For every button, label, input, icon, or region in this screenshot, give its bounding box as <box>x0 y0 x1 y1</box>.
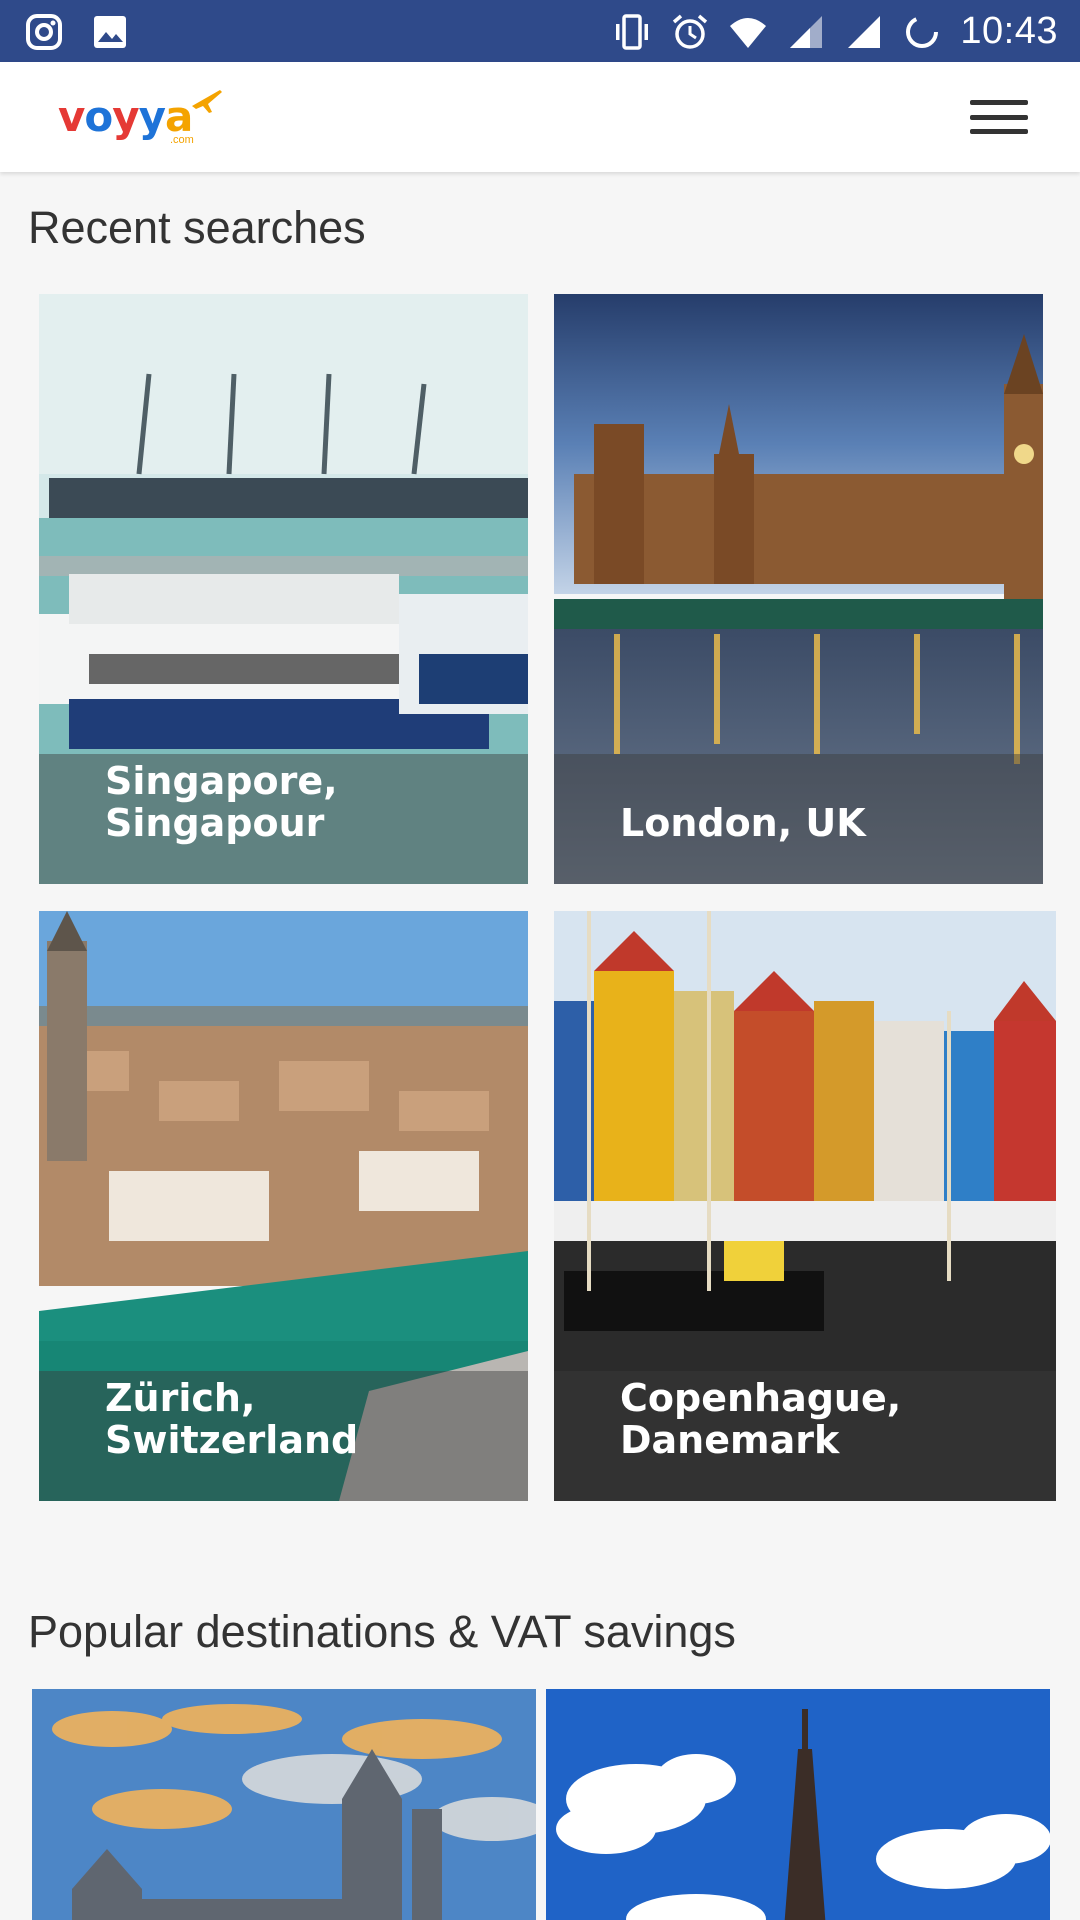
wifi-icon <box>728 12 768 52</box>
alarm-icon <box>670 12 710 52</box>
recent-card-singapore[interactable]: Singapore, Singapour <box>39 294 528 884</box>
hamburger-menu-icon[interactable] <box>970 94 1028 140</box>
card-label-line2: Switzerland <box>105 1418 359 1462</box>
card-label: Copenhague, Danemark <box>620 1377 1036 1461</box>
popular-card-paris-eiffel-tower[interactable] <box>546 1689 1050 1920</box>
card-label-line2: Danemark <box>620 1418 840 1462</box>
battery-saver-icon <box>902 12 942 52</box>
card-label-line1: Copenhague, <box>620 1376 902 1420</box>
app-header: voyya .com <box>0 62 1080 172</box>
signal-full-icon <box>844 12 884 52</box>
recent-card-zurich[interactable]: Zürich, Switzerland <box>39 911 528 1501</box>
vibrate-icon <box>612 12 652 52</box>
popular-destinations-title: Popular destinations & VAT savings <box>28 1606 736 1657</box>
recent-searches-title: Recent searches <box>28 202 366 253</box>
eiffel-tower-image <box>546 1689 1050 1920</box>
tower-bridge-image <box>32 1689 536 1920</box>
airplane-icon <box>192 90 222 113</box>
card-label-line1: Singapore, <box>105 759 338 803</box>
card-label: Singapore, Singapour <box>105 760 508 844</box>
status-bar: 10:43 <box>0 0 1080 62</box>
card-label: London, UK <box>620 802 1023 844</box>
status-time: 10:43 <box>960 10 1058 52</box>
card-label-line1: London, UK <box>620 801 866 845</box>
recent-card-copenhagen[interactable]: Copenhague, Danemark <box>554 911 1056 1501</box>
image-icon <box>90 12 130 52</box>
instagram-icon <box>24 12 64 52</box>
logo-suffix: .com <box>170 134 194 146</box>
card-label-line1: Zürich, <box>105 1376 256 1420</box>
voyya-logo[interactable]: voyya .com <box>58 86 228 148</box>
card-label: Zürich, Switzerland <box>105 1377 508 1461</box>
card-label-line2: Singapour <box>105 801 325 845</box>
signal-icon <box>786 12 826 52</box>
recent-card-london[interactable]: London, UK <box>554 294 1043 884</box>
popular-card-london-tower-bridge[interactable] <box>32 1689 536 1920</box>
